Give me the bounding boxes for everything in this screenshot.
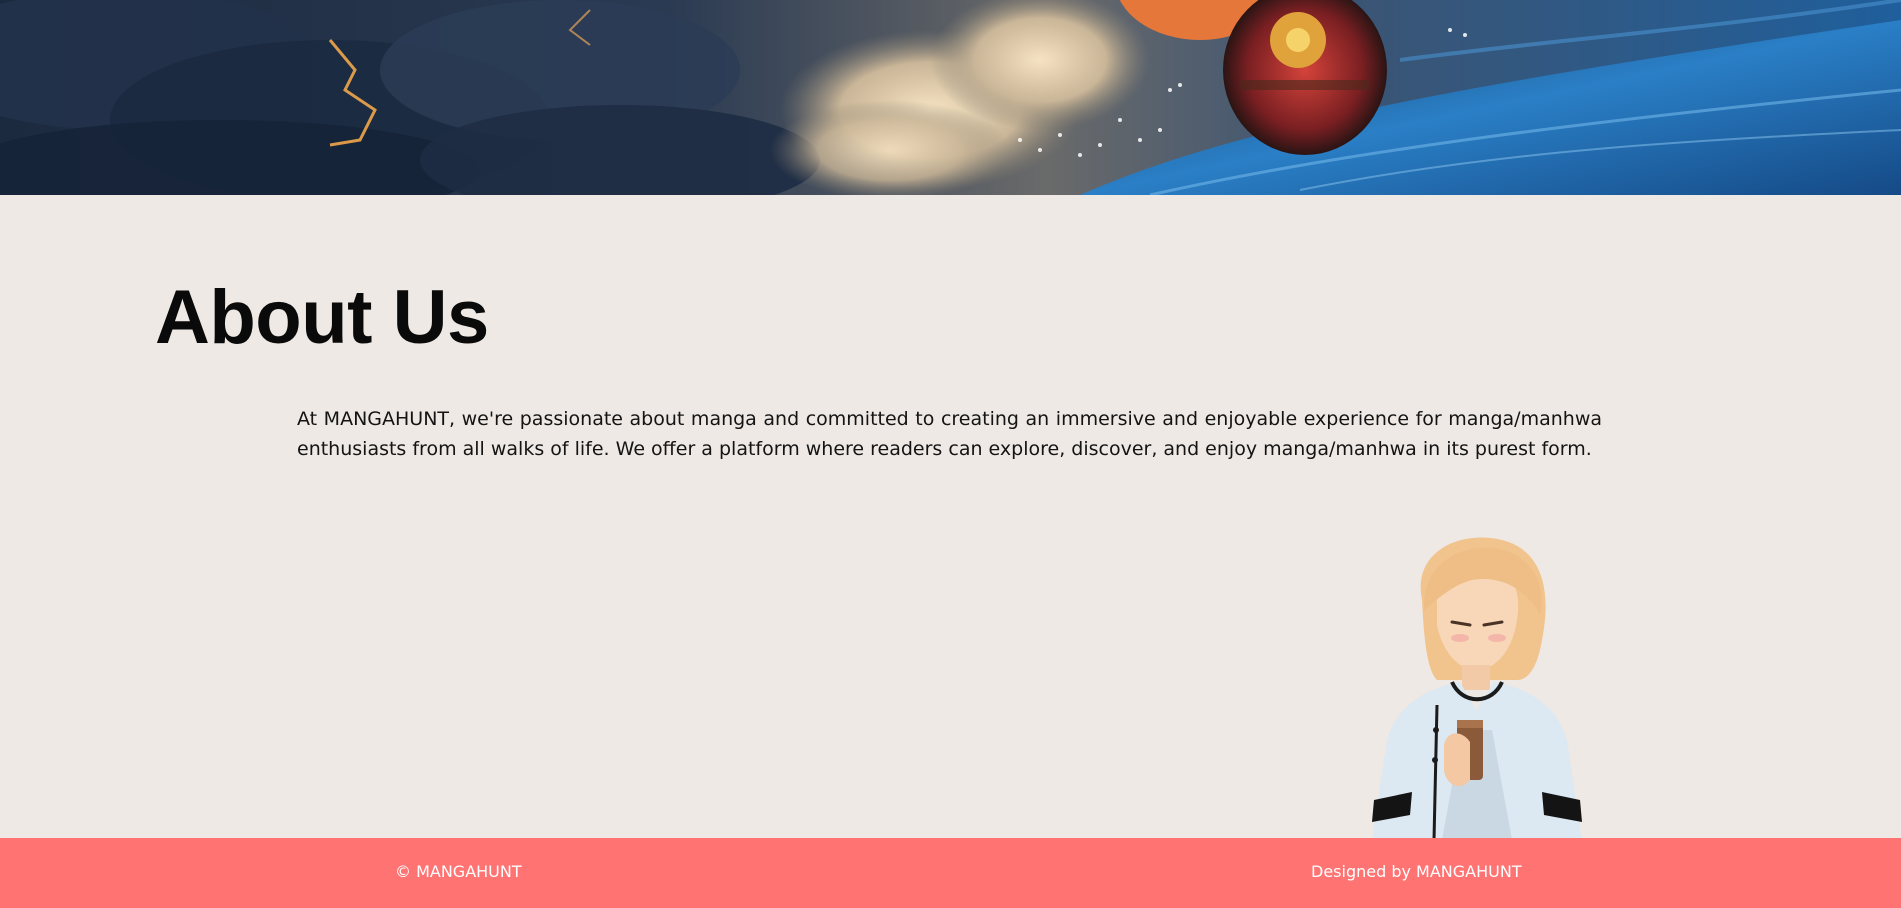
hero-banner-image	[0, 0, 1901, 195]
manhwa-character-illustration	[1352, 530, 1602, 840]
footer-designer-credit: Designed by MANGAHUNT	[1311, 862, 1522, 881]
footer-copyright: © MANGAHUNT	[395, 862, 522, 881]
about-page: About Us At MANGAHUNT, we're passionate …	[0, 0, 1901, 908]
about-description: At MANGAHUNT, we're passionate about man…	[297, 408, 1602, 460]
site-footer: © MANGAHUNT Designed by MANGAHUNT	[0, 838, 1901, 908]
page-title: About Us	[155, 275, 489, 360]
